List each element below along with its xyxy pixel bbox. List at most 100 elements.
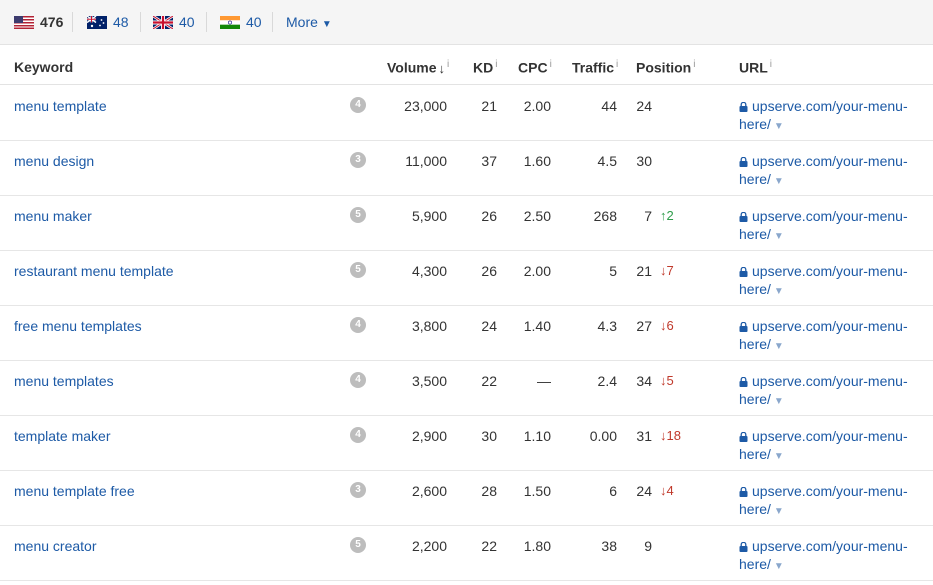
keyword-link[interactable]: template maker <box>14 427 110 445</box>
url-link[interactable]: upserve.com/your-menu-here/▼ <box>739 427 924 466</box>
header-volume[interactable]: Volume ↓ i <box>387 59 449 76</box>
lock-icon <box>739 432 748 442</box>
in-flag-icon <box>220 15 240 29</box>
traffic-value: 4.5 <box>597 153 617 169</box>
url-text: upserve.com/your-menu-here/ <box>739 373 908 407</box>
caret-down-icon[interactable]: ▼ <box>774 561 784 572</box>
volume-value: 2,600 <box>411 483 447 499</box>
url-text: upserve.com/your-menu-here/ <box>739 318 908 352</box>
position-value: 34 <box>636 373 652 389</box>
country-au[interactable]: 48 <box>87 14 129 30</box>
cpc-value: 1.80 <box>523 538 551 554</box>
header-kd[interactable]: KD i <box>473 59 497 76</box>
serp-features-badge[interactable]: 5 <box>350 262 366 278</box>
caret-down-icon[interactable]: ▼ <box>774 121 784 132</box>
header-volume-label: Volume <box>387 59 437 76</box>
url-link[interactable]: upserve.com/your-menu-here/▼ <box>739 372 924 411</box>
keyword-link[interactable]: menu design <box>14 152 94 170</box>
keyword-link[interactable]: free menu templates <box>14 317 142 335</box>
volume-value: 4,300 <box>411 263 447 279</box>
keyword-link[interactable]: menu maker <box>14 207 92 225</box>
info-icon[interactable]: i <box>693 59 695 70</box>
country-count: 476 <box>40 14 64 30</box>
traffic-value: 5 <box>609 263 617 279</box>
table-row: menu design 3 11,000 37 1.60 4.5 30 upse… <box>0 140 933 196</box>
caret-down-icon[interactable]: ▼ <box>774 341 784 352</box>
caret-down-icon[interactable]: ▼ <box>774 286 784 297</box>
serp-features-badge[interactable]: 3 <box>350 152 366 168</box>
lock-icon <box>739 212 748 222</box>
url-link[interactable]: upserve.com/your-menu-here/▼ <box>739 152 924 191</box>
country-count: 40 <box>246 14 262 30</box>
caret-down-icon[interactable]: ▼ <box>774 231 784 242</box>
keyword-link[interactable]: menu creator <box>14 537 96 555</box>
header-cpc[interactable]: CPC i <box>518 59 552 76</box>
country-us[interactable]: 476 <box>14 14 63 30</box>
divider <box>206 12 207 32</box>
sort-down-icon: ↓ <box>438 60 446 76</box>
traffic-value: 44 <box>601 98 617 114</box>
position-change: ↓5 <box>660 373 674 388</box>
more-countries-button[interactable]: More ▼ <box>286 14 332 30</box>
serp-features-badge[interactable]: 4 <box>350 317 366 333</box>
info-icon[interactable]: i <box>616 59 618 70</box>
caret-down-icon[interactable]: ▼ <box>774 396 784 407</box>
keyword-link[interactable]: menu template <box>14 97 107 115</box>
url-link[interactable]: upserve.com/your-menu-here/▼ <box>739 482 924 521</box>
serp-features-badge[interactable]: 4 <box>350 97 366 113</box>
table-row: free menu templates 4 3,800 24 1.40 4.3 … <box>0 305 933 361</box>
url-link[interactable]: upserve.com/your-menu-here/▼ <box>739 207 924 246</box>
kd-value: 22 <box>481 373 497 389</box>
keyword-link[interactable]: menu template free <box>14 482 135 500</box>
keyword-link[interactable]: restaurant menu template <box>14 262 174 280</box>
header-position[interactable]: Position i <box>636 59 695 76</box>
caret-down-icon[interactable]: ▼ <box>774 176 784 187</box>
country-count: 48 <box>113 14 129 30</box>
url-link[interactable]: upserve.com/your-menu-here/▼ <box>739 262 924 301</box>
url-link[interactable]: upserve.com/your-menu-here/▼ <box>739 537 924 576</box>
kd-value: 28 <box>481 483 497 499</box>
traffic-value: 2.4 <box>597 373 617 389</box>
cpc-value: — <box>537 373 551 389</box>
cpc-value: 2.50 <box>523 208 551 224</box>
table-row: menu creator 5 2,200 22 1.80 38 9 upserv… <box>0 525 933 581</box>
table-row: menu templates 4 3,500 22 — 2.4 34 ↓5 up… <box>0 360 933 416</box>
lock-icon <box>739 157 748 167</box>
url-link[interactable]: upserve.com/your-menu-here/▼ <box>739 317 924 356</box>
keyword-link[interactable]: menu templates <box>14 372 114 390</box>
position-value: 9 <box>644 538 652 554</box>
country-in[interactable]: 40 <box>220 14 262 30</box>
position-value: 7 <box>644 208 652 224</box>
caret-down-icon[interactable]: ▼ <box>774 506 784 517</box>
header-keyword[interactable]: Keyword <box>14 59 73 75</box>
lock-icon <box>739 267 748 277</box>
table-row: restaurant menu template 5 4,300 26 2.00… <box>0 250 933 306</box>
lock-icon <box>739 102 748 112</box>
header-url[interactable]: URL i <box>739 59 772 76</box>
url-text: upserve.com/your-menu-here/ <box>739 263 908 297</box>
info-icon[interactable]: i <box>495 59 497 70</box>
divider <box>140 12 141 32</box>
url-text: upserve.com/your-menu-here/ <box>739 428 908 462</box>
info-icon[interactable]: i <box>770 59 772 70</box>
kd-value: 22 <box>481 538 497 554</box>
position-change: ↓4 <box>660 483 674 498</box>
serp-features-badge[interactable]: 5 <box>350 207 366 223</box>
country-gb[interactable]: 40 <box>153 14 195 30</box>
serp-features-badge[interactable]: 4 <box>350 372 366 388</box>
volume-value: 3,800 <box>411 318 447 334</box>
traffic-value: 268 <box>593 208 617 224</box>
traffic-value: 4.3 <box>597 318 617 334</box>
position-change: ↑2 <box>660 208 674 223</box>
serp-features-badge[interactable]: 4 <box>350 427 366 443</box>
serp-features-badge[interactable]: 3 <box>350 482 366 498</box>
position-value: 24 <box>636 98 652 114</box>
au-flag-icon <box>87 15 107 29</box>
serp-features-badge[interactable]: 5 <box>350 537 366 553</box>
header-traffic[interactable]: Traffic i <box>572 59 618 76</box>
url-link[interactable]: upserve.com/your-menu-here/▼ <box>739 97 924 136</box>
info-icon[interactable]: i <box>447 59 449 70</box>
caret-down-icon[interactable]: ▼ <box>774 451 784 462</box>
info-icon[interactable]: i <box>550 59 552 70</box>
cpc-value: 1.50 <box>523 483 551 499</box>
